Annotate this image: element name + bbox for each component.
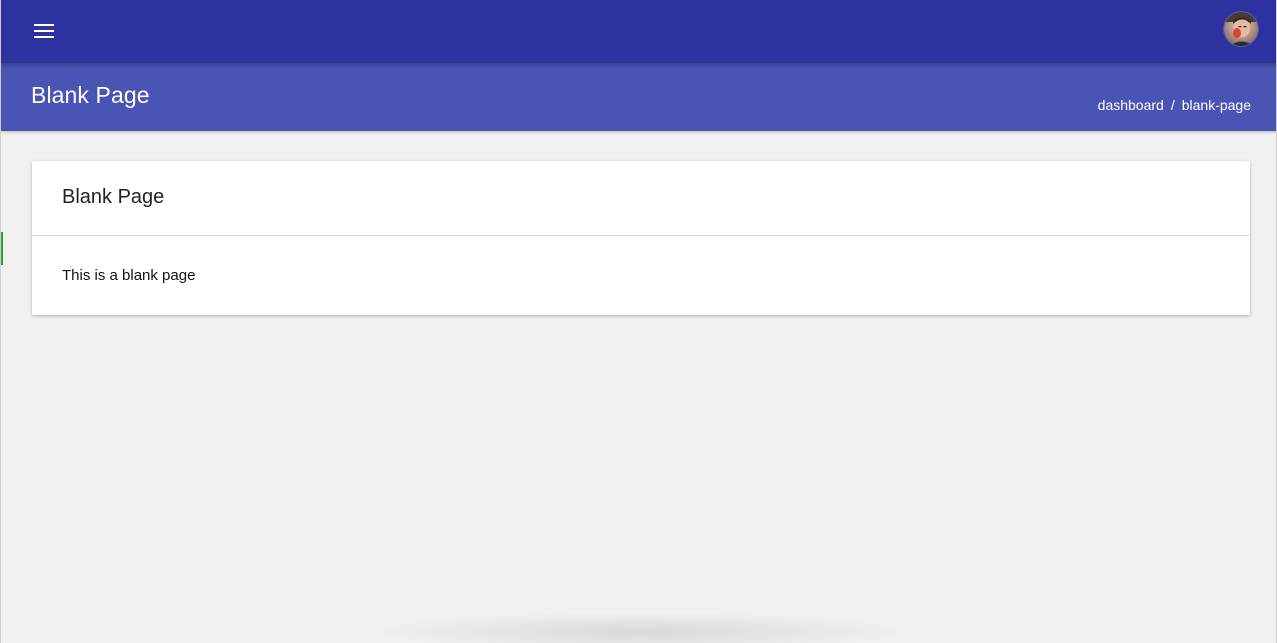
app-window: Blank Page dashboard / blank-page Blank … [0,0,1277,643]
card-title: Blank Page [62,186,165,208]
menu-button[interactable] [25,12,63,50]
breadcrumb-dashboard-link[interactable]: dashboard [1098,97,1164,113]
card-header: Blank Page [32,161,1250,236]
page-title: Blank Page [31,82,150,108]
card-body-text: This is a blank page [62,267,196,284]
card-body: This is a blank page [32,236,1250,315]
scroll-indicator [1,232,3,265]
page-header: Blank Page dashboard / blank-page [1,63,1276,131]
top-toolbar [1,0,1276,63]
breadcrumb-separator: / [1170,97,1175,113]
bottom-shadow [366,612,916,643]
breadcrumb-blank-page-link[interactable]: blank-page [1182,97,1251,113]
user-avatar-icon [1224,12,1258,46]
hamburger-menu-icon [34,24,54,38]
content-card: Blank Page This is a blank page [32,161,1250,315]
breadcrumb: dashboard / blank-page [1098,97,1251,113]
avatar[interactable] [1224,12,1258,46]
